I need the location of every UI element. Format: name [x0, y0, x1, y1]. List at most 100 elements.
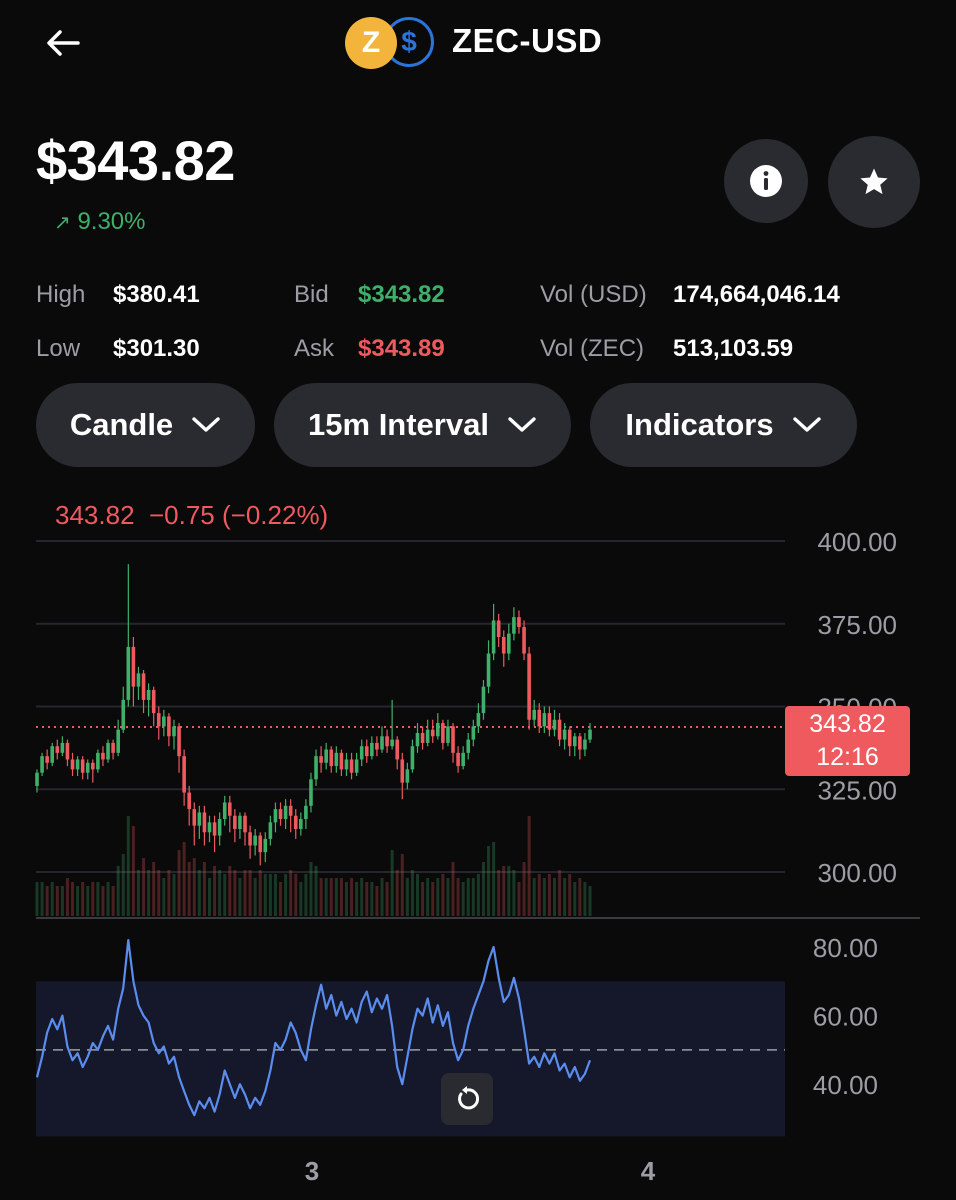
candle-body — [512, 617, 516, 634]
volume-bar — [395, 870, 399, 916]
volume-bar — [314, 866, 318, 916]
volume-bar — [218, 870, 222, 916]
price-axis-label: 325.00 — [817, 775, 897, 805]
volume-bar — [502, 866, 506, 916]
candle-body — [385, 736, 389, 747]
volume-bar — [121, 854, 125, 916]
candle-body — [542, 713, 547, 727]
volume-bar — [223, 874, 227, 916]
volume-bar — [487, 846, 491, 916]
candle-body — [151, 689, 156, 714]
volume-bar — [299, 882, 303, 916]
volume-bar — [177, 850, 181, 916]
candle-body — [263, 838, 268, 853]
candle-body — [268, 822, 273, 839]
volume-bar — [131, 826, 135, 916]
volume-bar — [568, 874, 572, 916]
volume-bar — [370, 882, 374, 916]
price-chart[interactable]: 400.00375.00350.00325.00300.0080.0060.00… — [0, 0, 956, 1200]
candle-body — [212, 822, 217, 836]
candle-body — [344, 759, 349, 770]
volume-bar — [517, 882, 521, 916]
candle-body — [85, 762, 90, 773]
reset-zoom-button[interactable] — [441, 1073, 493, 1125]
candle-body — [517, 617, 521, 628]
candle-body — [309, 779, 313, 806]
volume-bar — [243, 870, 247, 916]
candle-body — [207, 822, 212, 833]
volume-bar — [152, 862, 156, 916]
candle-body — [222, 802, 227, 820]
candle-body — [273, 809, 278, 823]
candle-body — [354, 759, 359, 773]
candle-body — [253, 835, 257, 846]
candle-body — [91, 762, 95, 770]
candle-body — [50, 746, 55, 763]
candle-body — [359, 746, 364, 760]
candle-body — [395, 739, 400, 760]
volume-bar — [182, 842, 186, 916]
volume-bar — [258, 870, 262, 916]
volume-bar — [289, 870, 293, 916]
candle-body — [233, 815, 237, 829]
volume-bar — [563, 878, 567, 916]
volume-bar — [344, 882, 348, 916]
volume-bar — [542, 878, 546, 916]
candle-body — [435, 723, 440, 737]
volume-bar — [202, 862, 206, 916]
volume-bar — [172, 874, 176, 916]
volume-bar — [71, 882, 75, 916]
volume-bar — [55, 886, 59, 916]
volume-bar — [421, 882, 425, 916]
volume-bar — [284, 874, 288, 916]
candle-body — [532, 709, 536, 720]
volume-bar — [233, 870, 237, 916]
candle-body — [106, 742, 110, 760]
volume-bar — [147, 870, 151, 916]
volume-bar — [238, 878, 242, 916]
volume-bar — [390, 850, 394, 916]
volume-bar — [162, 878, 166, 916]
candle-body — [380, 736, 384, 750]
candle-body — [456, 752, 460, 767]
candle-body — [314, 756, 318, 780]
candle-body — [192, 809, 197, 826]
volume-bar — [40, 882, 44, 916]
x-axis-label: 3 — [305, 1156, 319, 1186]
volume-bar — [405, 878, 409, 916]
candle-body — [425, 729, 430, 743]
candle-body — [552, 719, 557, 730]
candle-body — [75, 759, 80, 770]
candle-body — [278, 809, 283, 820]
reset-icon — [458, 1086, 480, 1110]
volume-bar — [268, 874, 272, 916]
candle-body — [319, 756, 323, 763]
volume-bar — [360, 878, 364, 916]
candle-body — [217, 819, 222, 836]
candle-countdown: 12:16 — [816, 743, 879, 771]
candle-body — [496, 620, 501, 637]
candle-body — [197, 812, 202, 826]
candle-body — [324, 749, 328, 763]
candle-body — [430, 729, 435, 737]
candle-body — [410, 746, 415, 770]
candle-body — [567, 729, 572, 747]
volume-bar — [355, 882, 359, 916]
candle-body — [146, 689, 151, 700]
candle-body — [370, 742, 374, 757]
candle-body — [131, 646, 136, 687]
candle-body — [60, 742, 65, 753]
volume-bar — [207, 878, 211, 916]
candle-body — [111, 742, 115, 753]
candle-body — [588, 729, 592, 740]
candle-body — [390, 739, 394, 747]
volume-bar — [81, 882, 85, 916]
volume-bar — [436, 878, 440, 916]
candle-body — [136, 673, 141, 687]
candle-body — [466, 739, 471, 753]
volume-bar — [385, 882, 389, 916]
volume-bar — [136, 870, 140, 916]
candle-body — [486, 653, 491, 687]
volume-bar — [50, 882, 54, 916]
volume-bar — [309, 862, 313, 916]
